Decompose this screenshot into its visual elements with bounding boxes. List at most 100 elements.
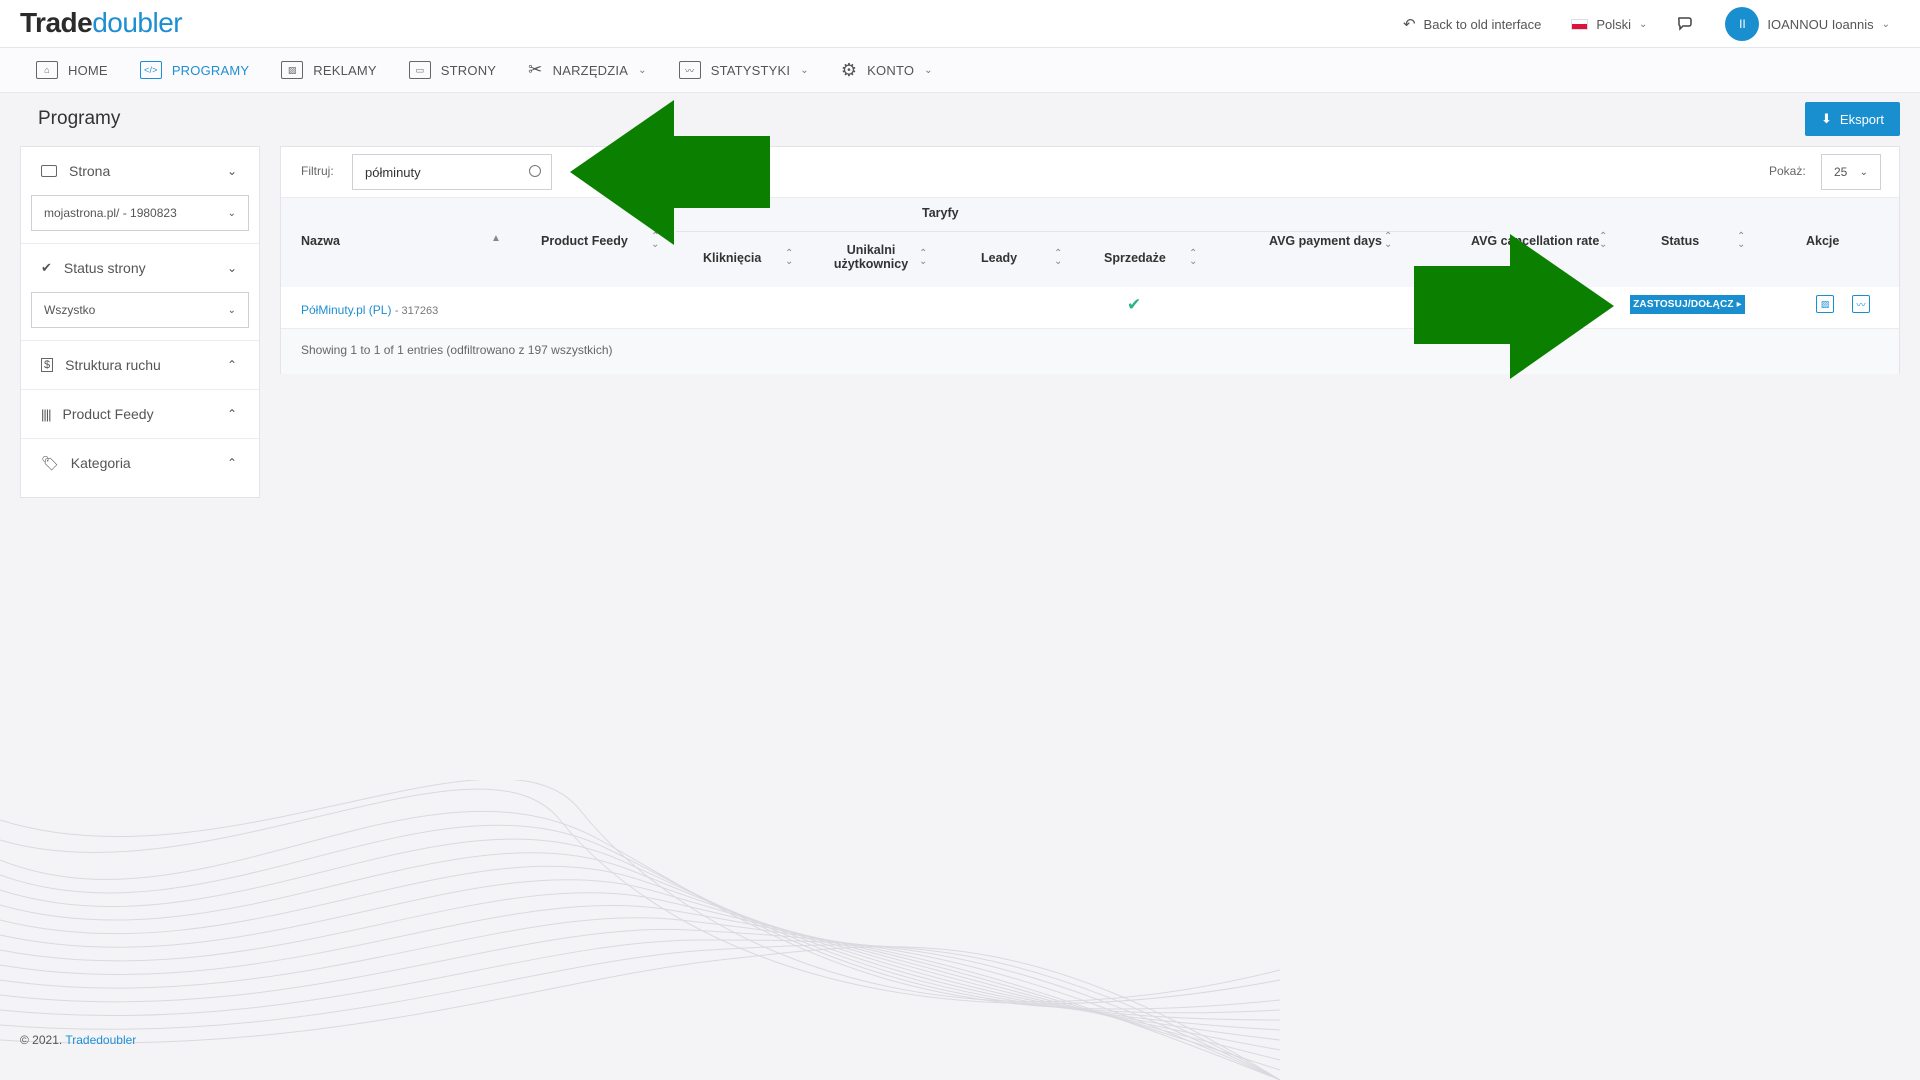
column-unikalni-line1: Unikalni [846,243,896,257]
sort-icon[interactable]: ⌃ ⌄ [785,249,793,267]
sort-icon[interactable]: ⌃ ⌄ [1384,232,1392,250]
column-status[interactable]: Status [1661,234,1699,248]
sales-check-icon: ✔ [1127,295,1142,314]
chat-icon [1678,17,1693,31]
code-icon: </> [139,61,162,79]
status-label: Status strony [63,260,146,276]
language-label: Polski [1596,16,1632,32]
kategoria-section-toggle[interactable]: 🏷 Kategoria ⌃ [21,439,259,487]
nav-item-narzedzia[interactable]: ✂ NARZĘDZIA ⌄ [528,60,647,80]
status-select[interactable]: Wszystko ⌄ [31,292,249,328]
chevron-down-icon: ⌄ [638,64,647,76]
banners-icon[interactable]: ▨ [1816,295,1834,313]
nav-label: STRONY [440,62,497,78]
column-klikniecia[interactable]: Kliknięcia [703,251,761,265]
status-value: Wszystko [44,303,96,317]
struktura-section-toggle[interactable]: $ Struktura ruchu ⌃ [21,341,259,389]
chevron-down-icon: ⌄ [1859,166,1868,178]
filter-input[interactable]: półminuty [352,154,552,190]
program-id: - 317263 [394,305,439,317]
nav-label: REKLAMY [313,62,377,78]
nav-item-strony[interactable]: ▭ STRONY [408,61,497,79]
page-size-select[interactable]: 25 ⌄ [1821,154,1881,190]
logo-text-b: doubler [92,7,183,38]
struktura-label: Struktura ruchu [65,357,161,373]
nav-item-konto[interactable]: ⚙ KONTO ⌄ [841,60,933,81]
strona-section-toggle[interactable]: Strona ⌄ [21,147,259,195]
chevron-down-icon: ⌄ [227,304,236,316]
copyright-text: © 2021. [20,1033,63,1047]
nav-label: NARZĘDZIA [552,62,629,78]
background-waves [0,780,1280,1080]
statistics-icon[interactable]: 〰 [1852,295,1870,313]
export-button[interactable]: ⬇ Eksport [1805,102,1900,136]
sort-icon[interactable]: ⌃ ⌄ [1054,249,1062,267]
filter-label: Filtruj: [301,164,334,178]
show-label: Pokaż: [1769,164,1806,178]
chevron-down-icon: ⌄ [1639,18,1648,30]
chevron-up-icon: ⌃ [226,358,237,372]
user-menu[interactable]: II IOANNOU Ioannis ⌄ [1725,7,1890,41]
avatar: II [1725,7,1760,41]
feedy-section-toggle[interactable]: |||| Product Feedy ⌃ [21,390,259,438]
gear-icon: ⚙ [840,59,858,80]
back-link-label: Back to old interface [1423,16,1542,32]
chevron-up-icon: ⌃ [226,456,237,470]
status-section-toggle[interactable]: ✔ Status strony ⌄ [21,244,259,292]
nav-item-statystyki[interactable]: 〰 STATYSTYKI ⌄ [678,61,809,79]
table-header [281,197,1899,287]
column-sprzedaze[interactable]: Sprzedaże [1104,251,1166,265]
user-name: IOANNOU Ioannis [1767,16,1874,32]
column-unikalni-line2: użytkownicy [833,257,909,271]
sort-icon[interactable]: ⌃ ⌄ [1189,249,1197,267]
window-icon: ▭ [408,61,431,79]
sort-icon[interactable]: ⌃ ⌄ [1737,232,1745,250]
monitor-icon [41,165,57,177]
program-name-link[interactable]: PółMinuty.pl (PL) - 317263 [301,303,438,317]
filter-sidebar: Strona ⌄ mojastrona.pl/ - 1980823 ⌄ ✔ St… [20,146,260,498]
top-right-menu: ↶ Back to old interface Polski ⌄ II IOAN… [1403,0,1890,48]
column-name[interactable]: Nazwa [301,234,340,248]
sort-icon[interactable]: ⌃ ⌄ [919,249,927,267]
barcode-icon: |||| [41,406,51,422]
strona-select[interactable]: mojastrona.pl/ - 1980823 ⌄ [31,195,249,231]
tools-icon: ✂ [528,60,543,79]
nav-label: PROGRAMY [171,62,250,78]
nav-label: STATYSTYKI [710,62,791,78]
chart-icon: 〰 [678,61,701,79]
column-leady[interactable]: Leady [981,251,1017,265]
nav-item-programy[interactable]: </> PROGRAMY [139,61,250,79]
sort-asc-icon[interactable]: ▲ [491,234,501,244]
chat-button[interactable] [1677,16,1695,32]
poland-flag-icon [1571,18,1589,30]
column-avg-payment-days[interactable]: AVG payment days [1269,234,1382,248]
nav-item-reklamy[interactable]: ▨ REKLAMY [281,61,377,79]
nav-item-home[interactable]: ⌂ HOME [36,61,108,79]
back-arrow-icon: ↶ [1402,16,1416,33]
taryfy-group-header: Taryfy [922,206,959,220]
feedy-label: Product Feedy [62,406,154,422]
programs-table-card: Filtruj: półminuty Pokaż: 25 ⌄ Taryfy Na… [280,146,1900,374]
apply-join-button[interactable]: ZASTOSUJ/DOŁĄCZ ▸ [1630,295,1745,314]
chevron-down-icon: ⌄ [226,261,237,275]
page-size-value: 25 [1834,165,1848,179]
kategoria-label: Kategoria [70,455,131,471]
program-name: PółMinuty.pl (PL) [301,303,392,317]
column-unikalni[interactable]: Unikalni użytkownicy [829,243,913,271]
chevron-down-icon: ⌄ [800,64,809,76]
main-nav: ⌂ HOME </> PROGRAMY ▨ REKLAMY ▭ STRONY ✂… [0,48,1920,93]
column-akcje: Akcje [1806,234,1840,248]
language-selector[interactable]: Polski ⌄ [1571,17,1647,32]
search-icon [529,165,541,177]
export-label: Eksport [1839,111,1884,127]
store-icon: ⌂ [36,61,58,79]
back-to-old-interface-link[interactable]: ↶ Back to old interface [1403,15,1541,33]
money-icon: $ [41,358,54,372]
divider [676,231,1492,232]
tradedoubler-link[interactable]: Tradedoubler [65,1033,136,1047]
tradedoubler-logo[interactable]: Tradedoubler [20,7,183,39]
strona-value: mojastrona.pl/ - 1980823 [44,206,177,220]
checkmark-icon: ✔ [41,260,52,275]
filter-value: półminuty [365,164,421,180]
chevron-down-icon: ⌄ [226,164,237,178]
